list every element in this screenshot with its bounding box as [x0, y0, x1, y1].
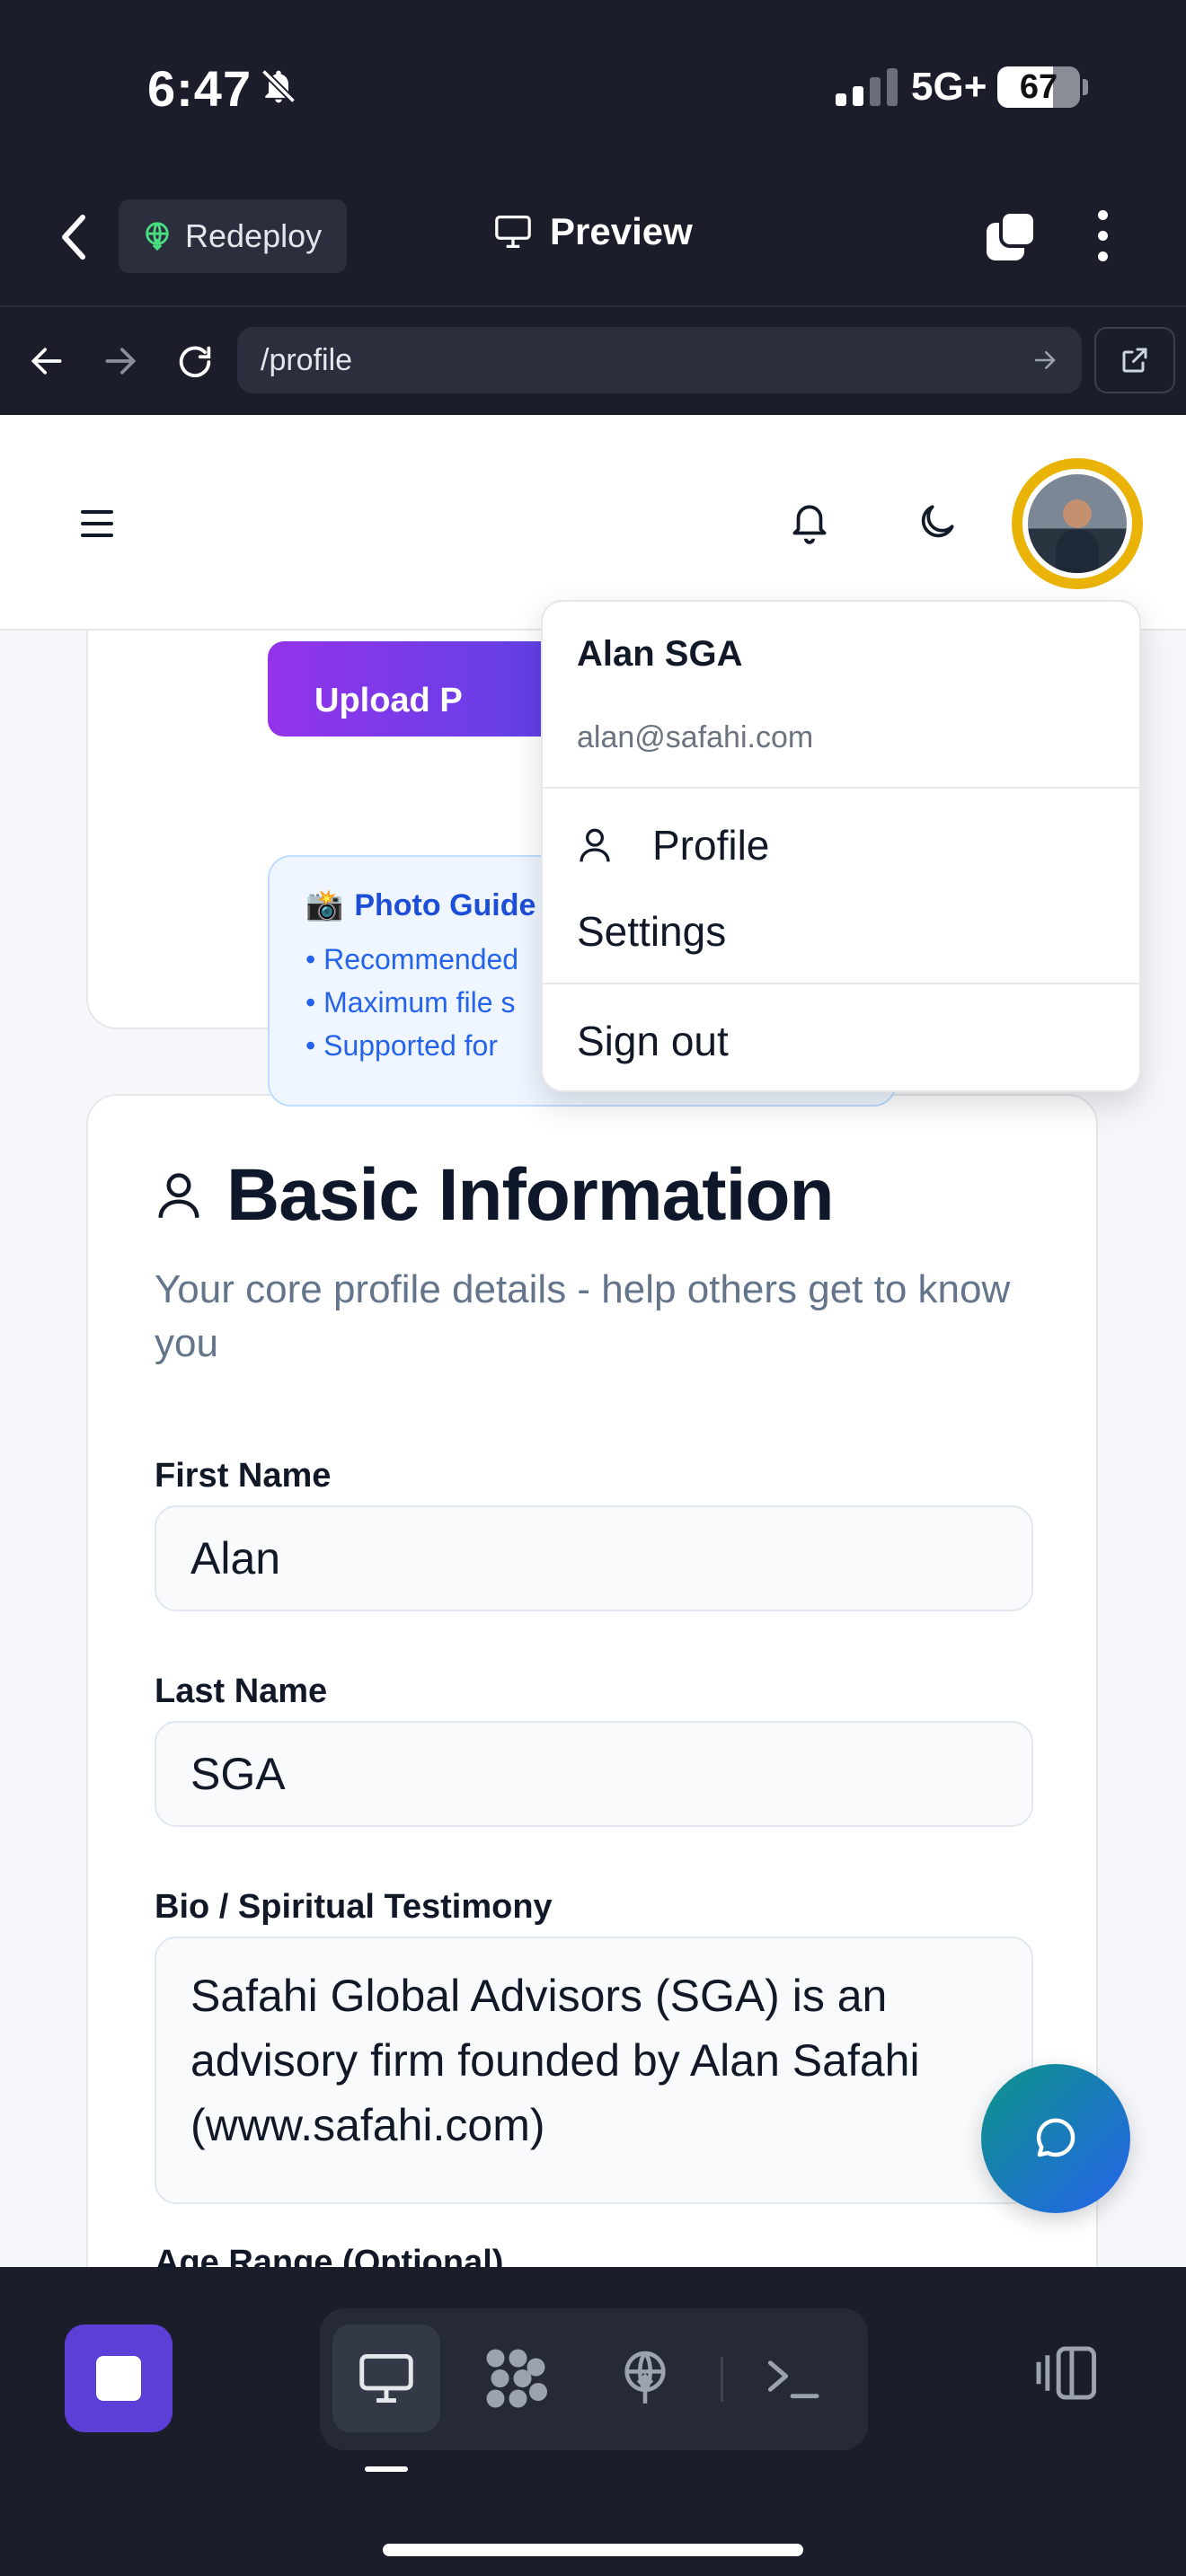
view-switcher: [320, 2308, 868, 2450]
menu-item-label: Settings: [577, 908, 727, 955]
menu-item-label: Sign out: [577, 1018, 729, 1064]
menu-icon[interactable]: [81, 510, 113, 537]
section-title: Basic Information: [226, 1154, 835, 1236]
bio-textarea[interactable]: Safahi Global Advisors (SGA) is an advis…: [155, 1936, 1033, 2204]
menu-item-profile[interactable]: Profile: [577, 821, 769, 869]
monitor-icon: [495, 215, 531, 248]
signal-icon: [836, 66, 898, 106]
camera-flash-icon: 📸: [305, 888, 344, 922]
browser-chrome: 6:47 5G+ 67 Redeploy Preview /profile: [0, 0, 1186, 415]
section-heading: Basic Information: [155, 1153, 835, 1238]
last-name-value: SGA: [190, 1749, 286, 1799]
globe-upload-icon: [624, 2351, 666, 2404]
chevron-left-icon[interactable]: [56, 212, 92, 262]
section-subtitle: Your core profile details - help others …: [155, 1267, 1011, 1365]
tab-workflow[interactable]: [462, 2325, 570, 2432]
reload-icon[interactable]: [174, 341, 216, 383]
go-arrow-icon[interactable]: [1031, 347, 1058, 374]
tab-terminal[interactable]: [739, 2325, 846, 2432]
menu-divider: [543, 983, 1139, 984]
active-tab-indicator: [365, 2466, 408, 2472]
upload-label: Upload P: [314, 682, 463, 719]
split-view-icon[interactable]: [1033, 2344, 1102, 2402]
bell-slash-icon: [261, 68, 296, 104]
first-name-field[interactable]: Alan: [155, 1505, 1033, 1611]
menu-item-sign-out[interactable]: Sign out: [577, 1017, 729, 1065]
more-vertical-icon[interactable]: [1098, 210, 1108, 261]
tabs-icon[interactable]: [983, 208, 1039, 264]
preview-label: Preview: [550, 210, 693, 252]
arrow-right-icon[interactable]: [101, 341, 140, 381]
terminal-icon: [767, 2360, 819, 2399]
url-text: /profile: [261, 342, 353, 377]
basic-info-card: Basic Information Your core profile deta…: [86, 1094, 1098, 2267]
chat-bubble-icon: [1036, 2118, 1075, 2157]
web-viewport: Upload P 📸 Photo Guide • Recommended • M…: [0, 415, 1186, 2267]
battery-icon: 67: [997, 66, 1080, 108]
network-type: 5G+: [911, 65, 987, 109]
segment-divider: [721, 2357, 723, 2402]
menu-item-label: Profile: [652, 822, 770, 869]
app-header: [0, 415, 1186, 631]
user-avatar-button[interactable]: [1012, 458, 1143, 589]
age-range-label: Age Range (Optional): [155, 2244, 504, 2267]
last-name-field[interactable]: SGA: [155, 1721, 1033, 1827]
menu-divider: [543, 787, 1139, 789]
home-indicator: [383, 2544, 803, 2556]
stop-icon: [96, 2356, 141, 2401]
bell-icon[interactable]: [787, 498, 832, 546]
preview-title: Preview: [492, 210, 693, 253]
menu-user-email: alan@safahi.com: [577, 720, 814, 754]
menu-user-name: Alan SGA: [577, 634, 743, 674]
status-time: 6:47: [147, 60, 252, 117]
profile-dropdown-menu: Alan SGA alan@safahi.com Profile Setting…: [541, 600, 1141, 1092]
moon-icon[interactable]: [915, 498, 960, 546]
arrow-left-icon[interactable]: [27, 341, 66, 381]
user-icon: [580, 828, 610, 862]
url-input[interactable]: /profile: [237, 327, 1082, 393]
last-name-label: Last Name: [155, 1672, 328, 1710]
battery-tip: [1083, 79, 1088, 95]
avatar: [1022, 469, 1132, 578]
globe-upload-icon: [146, 222, 169, 251]
avatar-photo: [1028, 474, 1127, 573]
bio-label: Bio / Spiritual Testimony: [155, 1888, 553, 1926]
battery-level: 67: [1019, 68, 1058, 106]
tab-preview[interactable]: [332, 2325, 440, 2432]
redeploy-button[interactable]: Redeploy: [119, 199, 347, 273]
nodes-icon: [486, 2349, 547, 2408]
user-icon: [158, 1173, 199, 1218]
first-name-value: Alan: [190, 1533, 281, 1584]
menu-item-settings[interactable]: Settings: [577, 907, 726, 956]
stop-button[interactable]: [65, 2325, 173, 2432]
first-name-label: First Name: [155, 1457, 332, 1495]
bottom-toolbar: [0, 2267, 1186, 2576]
monitor-icon: [359, 2354, 413, 2403]
photo-guide-label: Photo Guide: [354, 887, 536, 922]
redeploy-label: Redeploy: [185, 217, 323, 254]
url-bar-row: /profile: [0, 305, 1186, 415]
open-external-button[interactable]: [1094, 327, 1175, 393]
chat-button[interactable]: [981, 2064, 1130, 2213]
tab-deploy[interactable]: [591, 2325, 699, 2432]
external-link-icon: [1122, 348, 1147, 373]
